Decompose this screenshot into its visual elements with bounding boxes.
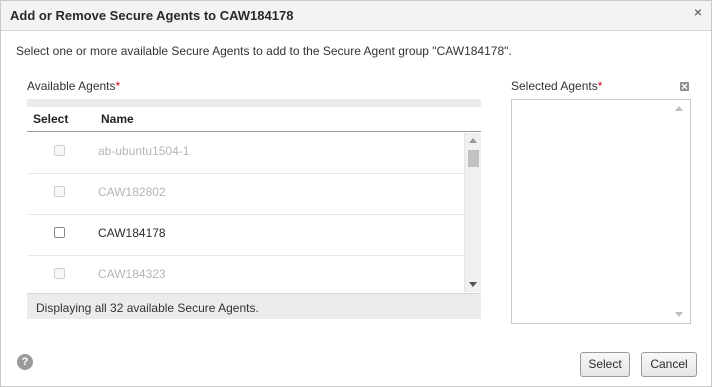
scroll-up-icon[interactable] (469, 138, 477, 143)
selected-agents-label: Selected Agents* (511, 79, 602, 93)
agent-row: CAW184323 (27, 256, 464, 292)
scroll-thumb[interactable] (468, 150, 479, 167)
agent-row: CAW182802 (27, 174, 464, 215)
clear-selection-icon[interactable] (680, 82, 689, 91)
instruction-text: Select one or more available Secure Agen… (16, 44, 512, 58)
available-agents-label-text: Available Agents (27, 79, 116, 93)
column-header-select: Select (33, 112, 69, 126)
help-icon[interactable]: ? (17, 354, 33, 370)
selected-agents-list[interactable] (511, 99, 691, 324)
available-list-scrollbar[interactable] (464, 133, 481, 292)
agent-row: ab-ubuntu1504-1 (27, 133, 464, 174)
agent-checkbox (54, 186, 65, 197)
available-count-text: Displaying all 32 available Secure Agent… (36, 301, 259, 315)
dialog-titlebar: Add or Remove Secure Agents to CAW184178… (1, 1, 711, 31)
available-agents-list: ab-ubuntu1504-1 CAW182802 CAW184178 CAW1… (27, 133, 464, 292)
cancel-button[interactable]: Cancel (641, 352, 697, 377)
select-button[interactable]: Select (580, 352, 630, 377)
available-grid-header: Select Name (27, 107, 481, 132)
available-toolbar (27, 99, 481, 107)
agent-checkbox[interactable] (54, 227, 65, 238)
required-mark: * (597, 79, 603, 93)
scroll-up-icon[interactable] (675, 106, 683, 111)
agent-checkbox (54, 145, 65, 156)
agent-name: CAW184178 (98, 226, 166, 240)
required-mark: * (115, 79, 121, 93)
dialog-title: Add or Remove Secure Agents to CAW184178 (10, 8, 294, 23)
scroll-down-icon[interactable] (469, 282, 477, 287)
add-remove-agents-dialog: Add or Remove Secure Agents to CAW184178… (0, 0, 712, 387)
agent-name: CAW182802 (98, 185, 166, 199)
column-header-name[interactable]: Name (101, 112, 134, 126)
available-footer: Displaying all 32 available Secure Agent… (27, 293, 481, 319)
agent-name: CAW184323 (98, 267, 166, 281)
agent-checkbox (54, 268, 65, 279)
selected-agents-label-text: Selected Agents (511, 79, 598, 93)
agent-name: ab-ubuntu1504-1 (98, 144, 190, 158)
agent-row[interactable]: CAW184178 (27, 215, 464, 256)
available-agents-label: Available Agents* (27, 79, 120, 93)
scroll-down-icon[interactable] (675, 312, 683, 317)
close-icon[interactable]: × (691, 5, 705, 19)
